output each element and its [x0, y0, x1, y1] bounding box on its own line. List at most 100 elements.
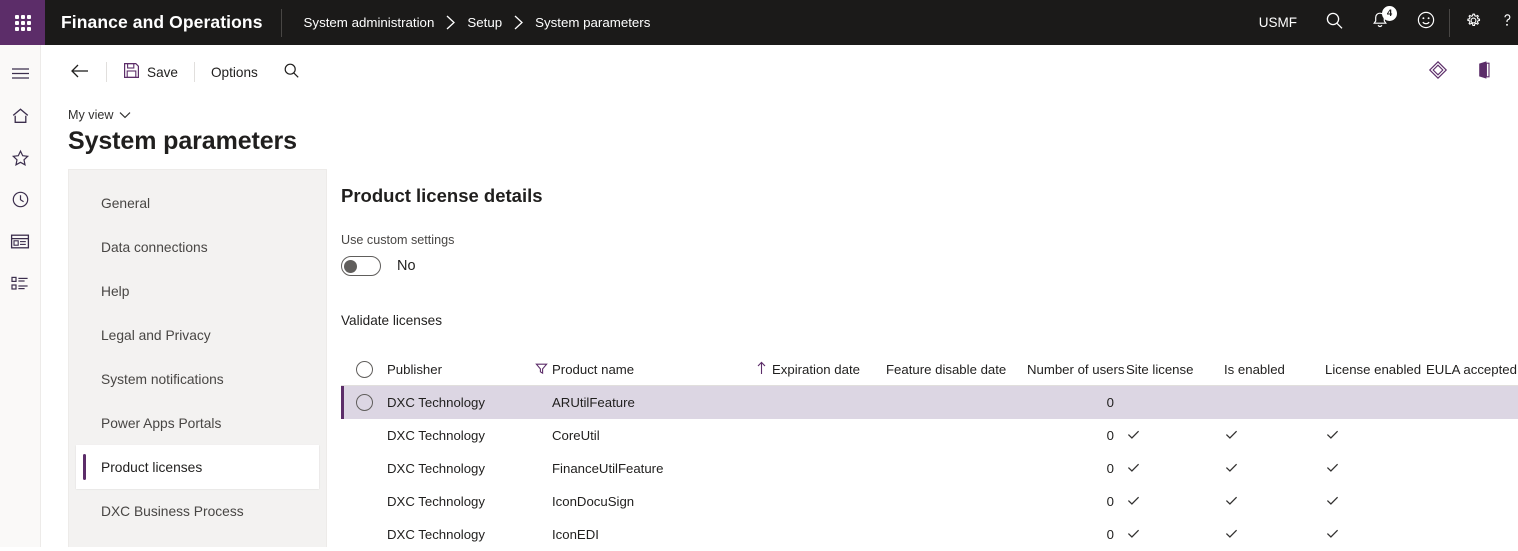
tab-label: Help — [101, 284, 129, 299]
cell-is-enabled — [1224, 493, 1325, 511]
personalize-diamond-icon — [1428, 60, 1448, 85]
table-row[interactable]: DXC Technology IconEDI 0 — [341, 518, 1518, 551]
tab-label: Product licenses — [101, 460, 202, 475]
clock-icon — [11, 190, 30, 214]
app-title[interactable]: Finance and Operations — [45, 12, 281, 33]
table-row[interactable]: DXC Technology ARUtilFeature 0 — [341, 386, 1518, 419]
checkmark-icon — [1325, 427, 1340, 442]
column-header-number-of-users[interactable]: Number of users — [1027, 362, 1126, 377]
sidebar-item-dxc-business-process[interactable]: DXC Business Process — [76, 489, 319, 533]
save-button[interactable]: Save — [114, 56, 187, 88]
chevron-right-icon — [513, 15, 524, 30]
checkmark-icon — [1325, 493, 1340, 508]
breadcrumb-item-system-administration[interactable]: System administration — [304, 15, 435, 30]
cell-license-enabled — [1325, 460, 1426, 478]
cell-site-license — [1126, 493, 1224, 511]
cell-product-name: FinanceUtilFeature — [552, 461, 751, 476]
notifications-button[interactable]: 4 — [1357, 0, 1403, 45]
company-selector[interactable]: USMF — [1249, 15, 1311, 30]
notification-count-badge: 4 — [1382, 6, 1397, 21]
search-button[interactable] — [1311, 0, 1357, 45]
cell-publisher: DXC Technology — [387, 428, 530, 443]
sidebar-item-modules[interactable] — [0, 265, 41, 307]
cell-publisher: DXC Technology — [387, 527, 530, 542]
checkmark-icon — [1325, 526, 1340, 541]
sidebar-item-navigation-menu[interactable] — [0, 55, 41, 97]
radio-circle-icon — [356, 361, 373, 378]
column-header-feature-disable-date[interactable]: Feature disable date — [886, 362, 1027, 377]
product-name-sort-indicator[interactable] — [751, 361, 772, 378]
cell-is-enabled — [1224, 526, 1325, 544]
cell-number-of-users: 0 — [1027, 494, 1126, 509]
table-row[interactable]: DXC Technology IconDocuSign 0 — [341, 485, 1518, 518]
publisher-filter-button[interactable] — [530, 362, 552, 378]
cell-product-name: IconDocuSign — [552, 494, 751, 509]
feedback-button[interactable] — [1403, 0, 1449, 45]
personalize-button[interactable] — [1422, 56, 1454, 88]
sidebar-item-favorites[interactable] — [0, 139, 41, 181]
sidebar-item-help[interactable]: Help — [76, 269, 319, 313]
chevron-down-icon — [119, 108, 131, 122]
checkmark-icon — [1325, 460, 1340, 475]
column-header-expiration-date[interactable]: Expiration date — [772, 362, 886, 377]
checkmark-icon — [1224, 526, 1239, 541]
sidebar-item-workspaces[interactable] — [0, 223, 41, 265]
table-row[interactable]: DXC Technology CoreUtil 0 — [341, 419, 1518, 452]
command-search-button[interactable] — [267, 56, 309, 88]
table-row[interactable]: DXC Technology FinanceUtilFeature 0 — [341, 452, 1518, 485]
select-all-cell[interactable] — [341, 361, 387, 378]
cell-site-license — [1126, 460, 1224, 478]
workspace-icon — [10, 233, 30, 255]
column-header-publisher[interactable]: Publisher — [387, 362, 530, 377]
help-button[interactable] — [1496, 0, 1518, 45]
hamburger-menu-icon — [11, 66, 30, 86]
settings-button[interactable] — [1450, 0, 1496, 45]
sidebar-item-general[interactable]: General — [76, 181, 319, 225]
cell-product-name: CoreUtil — [552, 428, 751, 443]
column-header-is-enabled[interactable]: Is enabled — [1224, 362, 1325, 377]
modules-list-icon — [10, 275, 30, 297]
sidebar-item-power-apps-portals[interactable]: Power Apps Portals — [76, 401, 319, 445]
grid-header-row: Publisher Product name Expiration date F… — [341, 354, 1518, 386]
command-separator — [106, 62, 107, 82]
sidebar-item-legal-and-privacy[interactable]: Legal and Privacy — [76, 313, 319, 357]
column-header-product-name[interactable]: Product name — [552, 362, 751, 377]
settings-tab-list: General Data connections Help Legal and … — [68, 169, 327, 547]
search-icon — [1325, 11, 1344, 35]
view-selector[interactable]: My view — [68, 99, 1518, 122]
options-button[interactable]: Options — [202, 56, 267, 88]
command-separator — [194, 62, 195, 82]
smiley-icon — [1416, 10, 1436, 35]
waffle-menu-button[interactable] — [0, 0, 45, 45]
column-header-license-enabled[interactable]: License enabled — [1325, 362, 1426, 377]
cell-is-enabled — [1224, 427, 1325, 445]
sidebar-item-product-licenses[interactable]: Product licenses — [76, 445, 319, 489]
breadcrumb-item-setup[interactable]: Setup — [467, 15, 502, 30]
validate-licenses-button[interactable]: Validate licenses — [341, 313, 442, 328]
page-header: My view System parameters — [41, 99, 1518, 167]
cell-number-of-users: 0 — [1027, 461, 1126, 476]
star-icon — [11, 149, 30, 172]
column-header-site-license[interactable]: Site license — [1126, 362, 1224, 377]
breadcrumb-item-system-parameters[interactable]: System parameters — [535, 15, 650, 30]
use-custom-settings-toggle[interactable] — [341, 256, 381, 276]
checkmark-icon — [1224, 427, 1239, 442]
toggle-knob — [344, 260, 357, 273]
sidebar-item-recent[interactable] — [0, 181, 41, 223]
view-selector-label: My view — [68, 108, 113, 122]
sidebar-item-home[interactable] — [0, 97, 41, 139]
cell-product-name: ARUtilFeature — [552, 395, 751, 410]
gear-icon — [1464, 11, 1483, 35]
back-button[interactable] — [61, 56, 99, 88]
checkmark-icon — [1224, 460, 1239, 475]
column-header-eula-accepted[interactable]: EULA accepted — [1426, 362, 1518, 377]
command-bar: Save Options — [41, 45, 1518, 99]
sidebar-item-system-notifications[interactable]: System notifications — [76, 357, 319, 401]
checkmark-icon — [1126, 460, 1141, 475]
sidebar-item-data-connections[interactable]: Data connections — [76, 225, 319, 269]
row-select-cell[interactable] — [341, 394, 387, 411]
open-in-office-button[interactable] — [1468, 56, 1500, 88]
options-button-label: Options — [211, 65, 258, 80]
chevron-right-icon — [445, 15, 456, 30]
tab-label: DXC Business Process — [101, 504, 244, 519]
